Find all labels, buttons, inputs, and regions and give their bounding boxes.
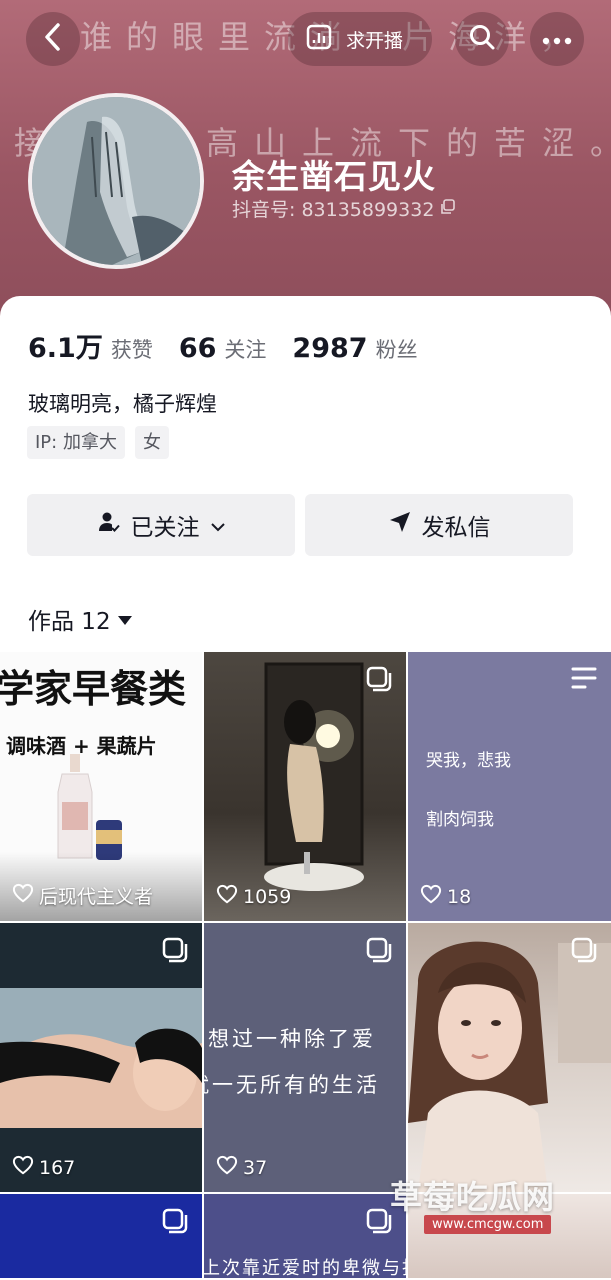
video-thumbnail[interactable]: 上次靠近爱时的卑微与担忧 [204,1194,406,1278]
stat-number: 2987 [292,333,368,364]
request-live-button[interactable]: 求开播 [288,12,432,66]
stat-number: 6.1万 [28,333,103,364]
thumbnail-text-line: 想过一种除了爱 [208,1027,376,1051]
works-label: 作品 12 [28,609,111,635]
copy-icon[interactable] [440,198,456,220]
chevron-left-icon [42,22,64,56]
chevron-down-icon [210,512,226,538]
request-live-label: 求开播 [346,29,404,52]
video-thumbnail[interactable] [408,923,611,1192]
multi-image-icon [366,937,392,967]
heart-icon [420,884,442,909]
bio-signature: 玻璃明亮，橘子辉煌 [28,392,217,416]
like-count: 1059 [216,884,291,909]
like-count-text: 167 [39,1156,76,1179]
like-count: 167 [12,1155,75,1180]
douyin-id[interactable]: 抖音号: 83135899332 [232,195,456,222]
ip-location-tag: IP: 加拿大 [27,426,125,459]
nickname: 余生凿石见火 [232,157,436,196]
search-button[interactable] [455,12,509,66]
douyin-id-text: 抖音号: 83135899332 [232,199,435,221]
avatar[interactable] [28,93,204,269]
video-thumbnail[interactable]: 167 [0,923,202,1192]
more-dots-icon [542,30,572,49]
send-message-label: 发私信 [421,515,491,541]
heart-icon [12,1155,34,1180]
multi-image-icon [162,1208,188,1238]
stat-followers[interactable]: 2987 粉丝 [292,333,417,364]
thumbnail-text-line: 哭我，悲我 [426,751,511,771]
video-thumbnail[interactable]: 想过一种除了爱 就一无所有的生活 37 [204,923,406,1192]
more-button[interactable] [530,12,584,66]
like-count: 18 [420,884,471,909]
like-count-text: 后现代主义者 [39,886,154,908]
text-post-icon [571,666,597,694]
video-thumbnail[interactable] [0,1194,202,1278]
send-icon [388,510,412,540]
stats-row: 6.1万 获赞 66 关注 2987 粉丝 [28,326,418,365]
thumbnail-text-line: 割肉饲我 [426,810,494,830]
like-count-text: 18 [447,885,472,908]
caret-down-icon [117,606,133,632]
back-button[interactable] [26,12,80,66]
heart-icon [216,1155,238,1180]
stat-label: 粉丝 [375,338,418,362]
stat-label: 关注 [224,338,267,362]
profile-tags: IP: 加拿大 女 [27,426,169,459]
multi-image-icon [162,937,188,967]
user-check-icon [97,510,121,540]
stat-label: 获赞 [110,338,153,362]
watermark-url: www.cmcgw.com [424,1215,552,1234]
followed-button[interactable]: 已关注 [27,494,295,556]
like-count: 37 [216,1155,267,1180]
gender-tag: 女 [134,426,169,459]
stat-following[interactable]: 66 关注 [179,333,267,364]
thumbnail-text-line: 就一无所有的生活 [204,1073,380,1097]
watermark-text: 草莓吃瓜网 [390,1178,556,1216]
profile-header: 谁的眼里流淌一片海洋， 接住一座高山上流下的苦涩。 求开播 余生凿石见火 抖音号… [0,0,611,320]
search-icon [468,23,496,55]
bottles-image [0,754,202,921]
live-chart-icon [306,24,332,55]
heart-icon [12,883,34,908]
send-message-button[interactable]: 发私信 [305,494,573,556]
heart-icon [216,884,238,909]
followed-label: 已关注 [130,515,200,541]
praying-hands-image [32,97,200,265]
like-count-text: 1059 [243,885,292,908]
like-count-text: 37 [243,1156,268,1179]
multi-image-icon [366,1208,392,1238]
multi-image-icon [366,666,392,696]
profile-card: 6.1万 获赞 66 关注 2987 粉丝 玻璃明亮，橘子辉煌 IP: 加拿大 … [0,296,611,656]
works-tab[interactable]: 作品 12 [28,602,133,636]
video-thumbnail[interactable]: 哭我，悲我 割肉饲我 18 [408,652,611,921]
stat-likes: 6.1万 获赞 [28,326,153,365]
stat-number: 66 [178,333,217,364]
thumbnail-text-line: 上次靠近爱时的卑微与担忧 [204,1258,406,1278]
multi-image-icon [571,937,597,967]
like-count: 后现代主义者 [12,882,153,909]
video-thumbnail[interactable]: 学家早餐类 调味酒 + 果蔬片 后现代主义者 [0,652,202,921]
video-thumbnail[interactable]: 1059 [204,652,406,921]
